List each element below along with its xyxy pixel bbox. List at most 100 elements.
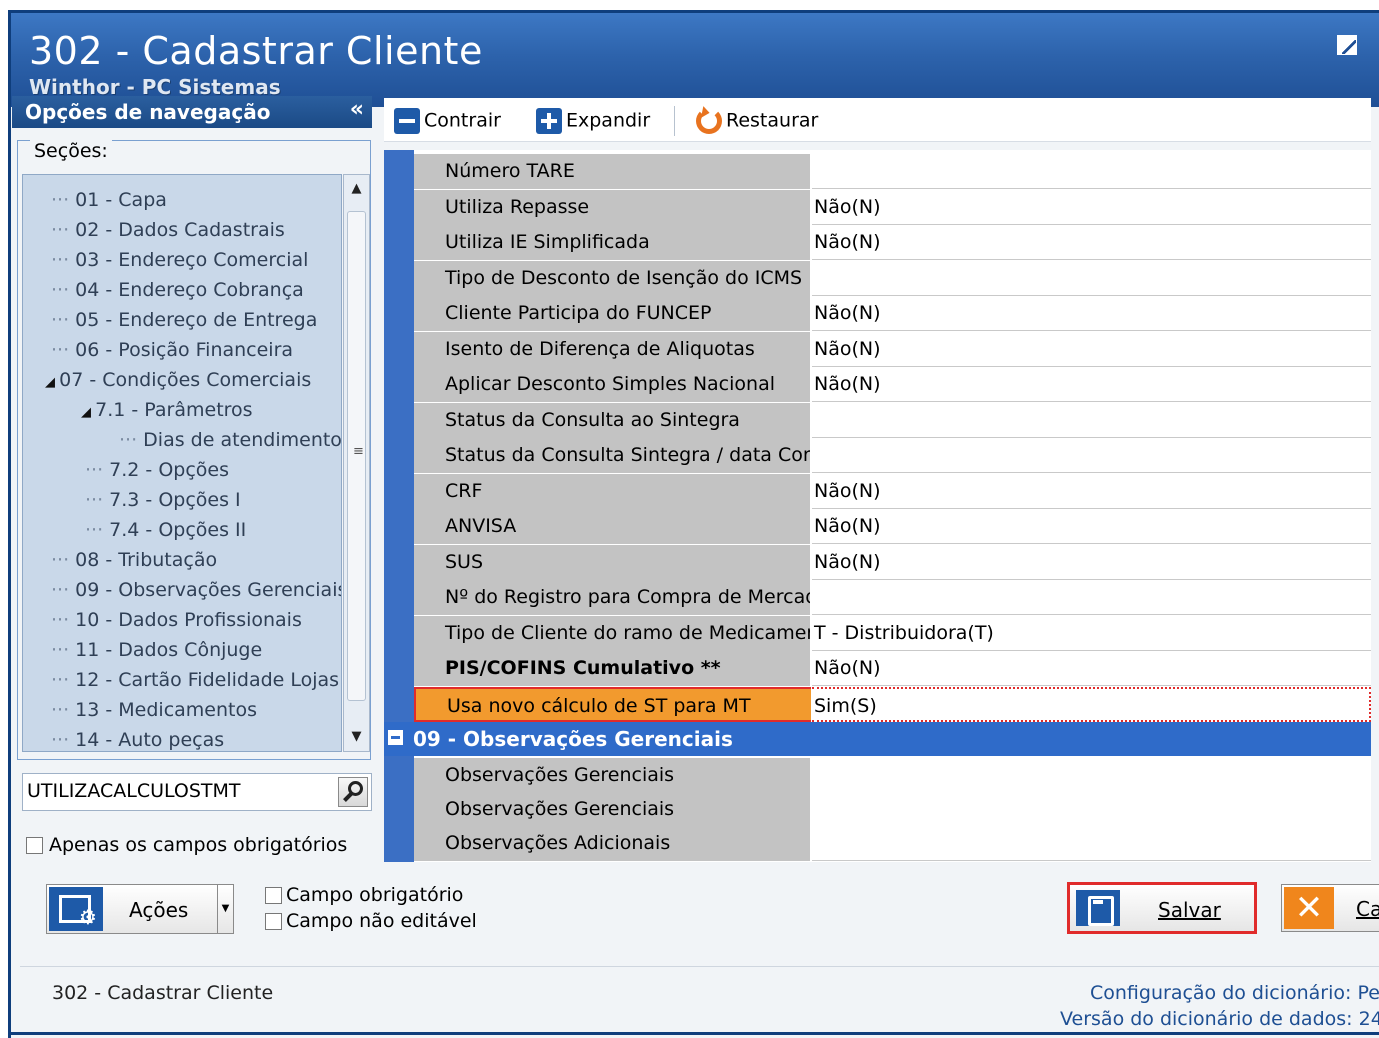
save-button[interactable]: Salvar bbox=[1067, 882, 1257, 934]
tree-item[interactable]: ··· 11 - Dados Cônjuge bbox=[51, 639, 262, 661]
property-row[interactable]: Isento de Diferença de Aliquotas Não(N) bbox=[414, 331, 1371, 368]
property-row[interactable]: Aplicar Desconto Simples Nacional Não(N) bbox=[414, 367, 1371, 403]
property-row[interactable]: Status da Consulta ao Sintegra bbox=[414, 402, 1371, 439]
restore-icon bbox=[696, 108, 722, 134]
tree-item-label: 7.3 - Opções I bbox=[109, 489, 241, 511]
property-label: Aplicar Desconto Simples Nacional bbox=[414, 367, 811, 402]
tree-item[interactable]: ··· 02 - Dados Cadastrais bbox=[51, 219, 285, 241]
tree-item[interactable]: ··· 03 - Endereço Comercial bbox=[51, 249, 308, 271]
tree-item[interactable]: ··· 06 - Posição Financeira bbox=[51, 339, 293, 361]
tree-item-label: 05 - Endereço de Entrega bbox=[75, 309, 318, 331]
tree-item[interactable]: ··· 01 - Capa bbox=[51, 189, 167, 211]
property-value[interactable]: Não(N) bbox=[812, 225, 1371, 260]
property-row[interactable]: Observações Adicionais bbox=[414, 826, 1371, 862]
collapse-panel-icon[interactable]: « bbox=[350, 97, 364, 122]
property-value[interactable] bbox=[812, 580, 1371, 615]
property-value[interactable] bbox=[812, 154, 1371, 189]
window-bottom-border bbox=[8, 1032, 1379, 1035]
property-row[interactable]: Usa novo cálculo de ST para MT Sim(S) bbox=[414, 686, 1371, 723]
property-row[interactable]: Cliente Participa do FUNCEP Não(N) bbox=[414, 296, 1371, 332]
expanded-triangle-icon[interactable]: ◢ bbox=[81, 405, 95, 420]
actions-button[interactable]: Ações ▼ bbox=[46, 884, 234, 934]
tree-item[interactable]: ··· 10 - Dados Profissionais bbox=[51, 609, 302, 631]
search-button[interactable] bbox=[338, 777, 368, 807]
sections-label: Seções: bbox=[30, 140, 112, 162]
tree-item[interactable]: ··· 13 - Medicamentos bbox=[51, 699, 257, 721]
property-value[interactable]: Sim(S) bbox=[812, 686, 1371, 722]
property-value[interactable] bbox=[812, 260, 1371, 296]
property-value[interactable]: Não(N) bbox=[812, 189, 1371, 225]
tree-item[interactable]: ··· 04 - Endereço Cobrança bbox=[51, 279, 304, 301]
only-required-option[interactable]: Apenas os campos obrigatórios bbox=[26, 834, 347, 856]
property-label: Usa novo cálculo de ST para MT bbox=[414, 686, 811, 722]
tree-item[interactable]: ··· Dias de atendimento bbox=[119, 429, 342, 451]
tree-connector-icon: ··· bbox=[51, 249, 76, 271]
tree-item-label: Dias de atendimento bbox=[143, 429, 342, 451]
tree-item[interactable]: ··· 12 - Cartão Fidelidade Lojas bbox=[51, 669, 339, 691]
property-value[interactable]: Não(N) bbox=[812, 331, 1371, 367]
property-value[interactable] bbox=[812, 438, 1371, 473]
scroll-up-arrow-icon[interactable]: ▲ bbox=[344, 177, 369, 201]
tree-item-label: 04 - Endereço Cobrança bbox=[75, 279, 304, 301]
tree-connector-icon: ··· bbox=[51, 699, 76, 721]
property-label: Número TARE bbox=[414, 154, 811, 189]
restore-button[interactable]: Restaurar bbox=[696, 108, 818, 134]
property-row[interactable]: CRF Não(N) bbox=[414, 473, 1371, 510]
tree-item-label: 08 - Tributação bbox=[75, 549, 218, 571]
property-value[interactable] bbox=[812, 826, 1371, 861]
collapse-button[interactable]: Contrair bbox=[394, 108, 501, 134]
property-value[interactable]: Não(N) bbox=[812, 473, 1371, 509]
group-header[interactable]: 09 - Observações Gerenciais bbox=[384, 722, 1371, 756]
collapse-group-icon[interactable] bbox=[388, 730, 403, 745]
tree-item[interactable]: ◢ 7.1 - Parâmetros bbox=[81, 399, 253, 421]
tree-item-label: 09 - Observações Gerenciais bbox=[75, 579, 342, 601]
property-value[interactable]: T - Distribuidora(T) bbox=[812, 615, 1371, 651]
property-row[interactable]: Utiliza Repasse Não(N) bbox=[414, 189, 1371, 226]
tree-item-label: 7.1 - Parâmetros bbox=[95, 399, 253, 421]
expanded-triangle-icon[interactable]: ◢ bbox=[45, 375, 59, 390]
property-label: Cliente Participa do FUNCEP bbox=[414, 296, 811, 331]
property-row[interactable]: Tipo de Desconto de Isenção do ICMS bbox=[414, 260, 1371, 297]
property-value[interactable] bbox=[812, 792, 1371, 827]
property-row[interactable]: Utiliza IE Simplificada Não(N) bbox=[414, 225, 1371, 261]
search-input[interactable] bbox=[27, 780, 327, 802]
expand-button[interactable]: Expandir bbox=[536, 108, 650, 134]
property-value[interactable] bbox=[812, 758, 1371, 793]
dropdown-arrow-icon[interactable]: ▼ bbox=[217, 885, 233, 933]
tree-scrollbar[interactable]: ▲ ≡ ▼ bbox=[343, 174, 370, 752]
property-value[interactable]: Não(N) bbox=[812, 651, 1371, 686]
property-value[interactable]: Não(N) bbox=[812, 544, 1371, 580]
tree-item[interactable]: ··· 7.3 - Opções I bbox=[85, 489, 241, 511]
tree-item[interactable]: ··· 14 - Auto peças bbox=[51, 729, 224, 751]
property-row[interactable]: Observações Gerenciais bbox=[414, 758, 1371, 794]
only-required-checkbox[interactable] bbox=[26, 837, 43, 854]
property-value[interactable]: Não(N) bbox=[812, 509, 1371, 544]
scroll-thumb[interactable]: ≡ bbox=[347, 211, 366, 701]
tree-item[interactable]: ··· 09 - Observações Gerenciais bbox=[51, 579, 342, 601]
property-label: Observações Adicionais bbox=[414, 826, 811, 861]
property-row[interactable]: Nº do Registro para Compra de Mercado bbox=[414, 580, 1371, 616]
maximize-icon[interactable] bbox=[1337, 35, 1357, 55]
property-value[interactable] bbox=[812, 402, 1371, 438]
cancel-button[interactable]: ✕ Ca bbox=[1281, 884, 1379, 932]
property-row[interactable]: Status da Consulta Sintegra / data Cons bbox=[414, 438, 1371, 474]
tree-item[interactable]: ··· 08 - Tributação bbox=[51, 549, 217, 571]
property-value[interactable]: Não(N) bbox=[812, 296, 1371, 331]
property-row[interactable]: PIS/COFINS Cumulativo ** Não(N) bbox=[414, 651, 1371, 687]
tree-item[interactable]: ◢ 07 - Condições Comerciais bbox=[45, 369, 311, 391]
property-value[interactable]: Não(N) bbox=[812, 367, 1371, 402]
property-row[interactable]: Número TARE bbox=[414, 154, 1371, 190]
tree-item[interactable]: ··· 7.4 - Opções II bbox=[85, 519, 246, 541]
section-search bbox=[22, 773, 372, 811]
property-row[interactable]: ANVISA Não(N) bbox=[414, 509, 1371, 545]
scroll-down-arrow-icon[interactable]: ▼ bbox=[344, 725, 369, 749]
tree-item-label: 06 - Posição Financeira bbox=[75, 339, 294, 361]
tree-item[interactable]: ··· 7.2 - Opções bbox=[85, 459, 229, 481]
only-required-label: Apenas os campos obrigatórios bbox=[49, 834, 348, 856]
property-row[interactable]: SUS Não(N) bbox=[414, 544, 1371, 581]
property-row[interactable]: Tipo de Cliente do ramo de Medicamento T … bbox=[414, 615, 1371, 652]
tree-item[interactable]: ··· 05 - Endereço de Entrega bbox=[51, 309, 317, 331]
property-row[interactable]: Observações Gerenciais bbox=[414, 792, 1371, 828]
sections-tree[interactable]: ··· 01 - Capa ··· 02 - Dados Cadastrais ··… bbox=[22, 174, 342, 752]
property-label: ANVISA bbox=[414, 509, 811, 544]
